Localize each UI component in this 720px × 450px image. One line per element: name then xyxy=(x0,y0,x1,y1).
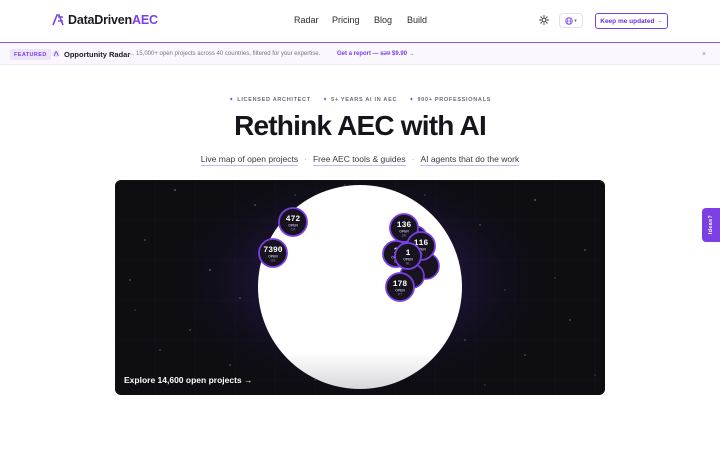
nav-build[interactable]: Build xyxy=(407,15,427,25)
logo-text: DataDrivenAEC xyxy=(68,13,158,27)
radar-icon xyxy=(52,50,60,58)
sub-item-agents[interactable]: AI agents that do the work xyxy=(420,154,520,166)
sun-icon xyxy=(539,15,549,25)
globe-icon xyxy=(565,16,573,25)
projects-map[interactable]: 472OPENCA7390OPENUS136OPENDE116OPENPL1OP… xyxy=(115,180,605,395)
banner-close-button[interactable]: × xyxy=(702,49,706,60)
theme-toggle-button[interactable] xyxy=(537,13,551,27)
chevron-down-icon: ▾ xyxy=(574,17,577,24)
cluster-country-code: PT xyxy=(398,293,402,297)
language-selector[interactable]: ▾ xyxy=(559,13,583,28)
badge-years: ✦ 5+ YEARS AI IN AEC xyxy=(322,97,398,103)
cluster-marker[interactable]: 178OPENPT xyxy=(385,272,415,302)
sub-item-tools[interactable]: Free AEC tools & guides xyxy=(312,154,406,166)
featured-banner: FEATURED Opportunity Radar — 15,000+ ope… xyxy=(0,42,720,65)
logo[interactable]: DataDrivenAEC xyxy=(52,13,158,27)
badge-architect: ✦ LICENSED ARCHITECT xyxy=(228,97,311,103)
cluster-country-code: NL xyxy=(406,262,410,266)
sub-separator: · xyxy=(411,154,415,164)
site-header: DataDrivenAEC Radar Pricing Blog Build ▾… xyxy=(0,0,720,42)
cluster-marker[interactable]: 7390OPENUS xyxy=(258,238,288,268)
nav-radar[interactable]: Radar xyxy=(294,15,319,25)
banner-dash: — xyxy=(127,51,134,58)
sub-separator: · xyxy=(304,154,307,164)
banner-title: Opportunity Radar xyxy=(64,50,131,59)
explore-projects-link[interactable]: Explore 14,600 open projects → xyxy=(124,375,253,385)
map-canvas: 472OPENCA7390OPENUS136OPENDE116OPENPL1OP… xyxy=(115,180,605,395)
sub-item-map[interactable]: Live map of open projects xyxy=(200,154,299,166)
cluster-country-code: CA xyxy=(291,228,296,232)
nav-blog[interactable]: Blog xyxy=(374,15,392,25)
nav-pricing[interactable]: Pricing xyxy=(332,15,360,25)
cluster-marker[interactable]: 1OPENNL xyxy=(394,242,422,270)
cluster-marker[interactable]: 472OPENCA xyxy=(278,207,308,237)
hero-subline: Live map of open projects · Free AEC too… xyxy=(0,154,720,166)
get-report-link[interactable]: Get a report — $29 $9.90 → xyxy=(337,49,415,60)
cluster-country-code: US xyxy=(271,259,276,263)
credential-badges: ✦ LICENSED ARCHITECT ✦ 5+ YEARS AI IN AEC … xyxy=(0,97,720,103)
hero-headline: Rethink AEC with AI xyxy=(234,110,487,141)
keep-updated-button[interactable]: Keep me updated → xyxy=(595,13,668,29)
ideas-feedback-tab[interactable]: Ideas? xyxy=(702,208,720,242)
banner-description: 15,000+ open projects across 40 countrie… xyxy=(136,51,321,57)
featured-tag: FEATURED xyxy=(10,49,51,60)
badge-professionals: ✦ 900+ PROFESSIONALS xyxy=(409,97,492,103)
cluster-country-code: DE xyxy=(402,234,407,238)
logo-mark-icon xyxy=(52,14,64,26)
